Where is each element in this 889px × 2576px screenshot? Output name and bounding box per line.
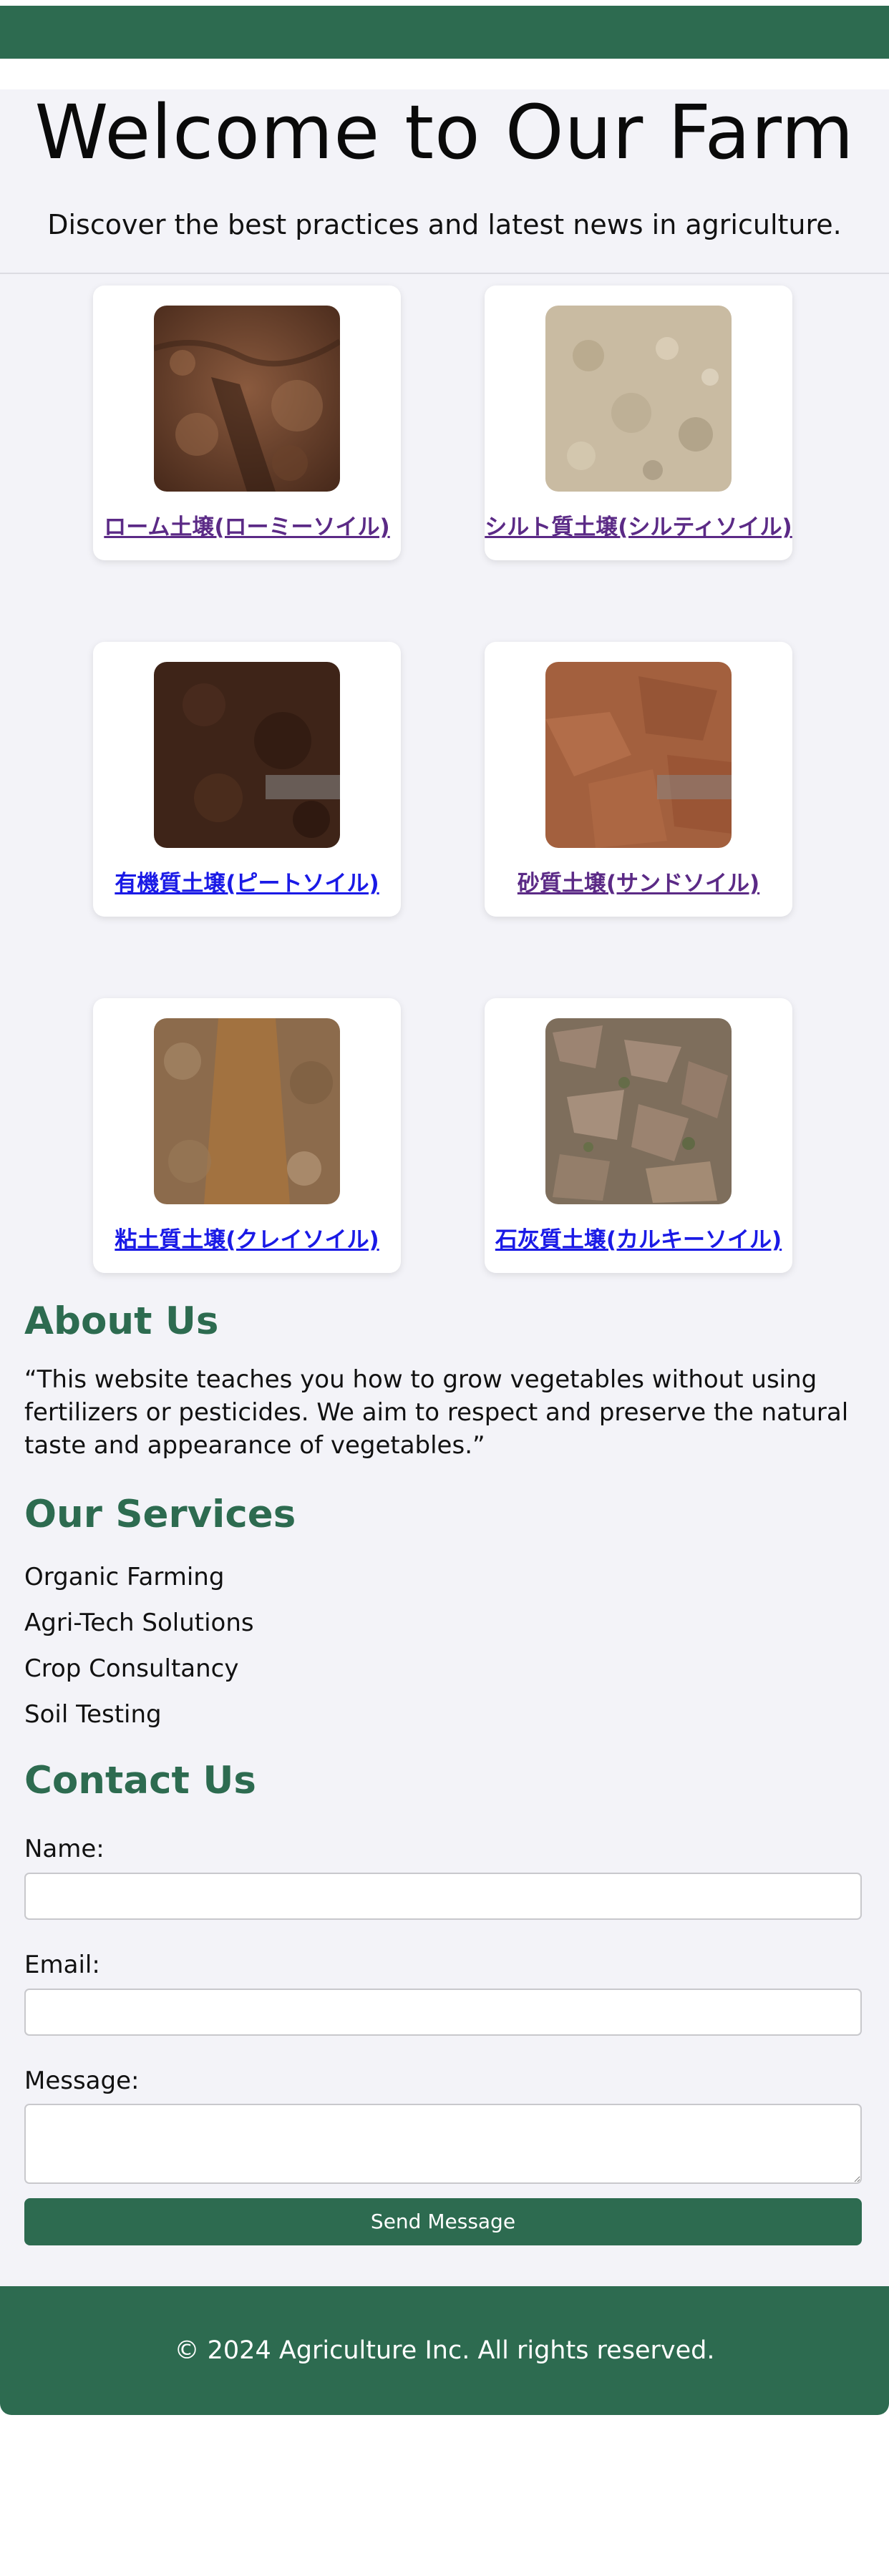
soil-link-loamy[interactable]: ローム土壌(ローミーソイル) [93, 513, 401, 542]
about-heading: About Us [24, 1299, 219, 1343]
services-heading: Our Services [24, 1493, 296, 1536]
contact-heading: Contact Us [24, 1759, 256, 1802]
soil-link-chalky[interactable]: 石灰質土壌(カルキーソイル) [485, 1226, 792, 1254]
chalky-soil-image[interactable] [545, 1018, 732, 1204]
loamy-soil-image[interactable] [154, 306, 340, 492]
sandy-soil-image[interactable] [545, 662, 732, 848]
email-field[interactable] [24, 1989, 862, 2036]
soil-card-chalky: 石灰質土壌(カルキーソイル) [485, 998, 792, 1273]
name-label: Name: [24, 1835, 105, 1863]
service-item: Agri-Tech Solutions [24, 1609, 254, 1637]
soil-card-loamy: ローム土壌(ローミーソイル) [93, 286, 401, 560]
soil-link-silty[interactable]: シルト質土壌(シルティソイル) [485, 513, 792, 542]
email-label: Email: [24, 1951, 100, 1979]
soil-card-clay: 粘土質土壌(クレイソイル) [93, 998, 401, 1273]
soil-link-sandy[interactable]: 砂質土壌(サンドソイル) [485, 869, 792, 898]
name-field[interactable] [24, 1873, 862, 1920]
message-label: Message: [24, 2067, 140, 2095]
send-message-button[interactable]: Send Message [24, 2198, 862, 2245]
page-title: Welcome to Our Farm [34, 89, 855, 176]
clay-soil-image[interactable] [154, 1018, 340, 1204]
message-field[interactable] [24, 2104, 862, 2184]
top-nav-bar [0, 6, 889, 59]
soil-card-sandy: 砂質土壌(サンドソイル) [485, 642, 792, 917]
service-item: Soil Testing [24, 1700, 162, 1729]
service-item: Crop Consultancy [24, 1654, 239, 1683]
peat-soil-image[interactable] [154, 662, 340, 848]
soil-link-clay[interactable]: 粘土質土壌(クレイソイル) [93, 1226, 401, 1254]
about-text: “This website teaches you how to grow ve… [24, 1365, 849, 1460]
silty-soil-image[interactable] [545, 306, 732, 492]
service-item: Organic Farming [24, 1563, 225, 1591]
footer: © 2024 Agriculture Inc. All rights reser… [0, 2286, 889, 2415]
copyright-text: © 2024 Agriculture Inc. All rights reser… [174, 2336, 715, 2365]
hero-section: Welcome to Our Farm Discover the best pr… [0, 89, 889, 274]
soil-card-silty: シルト質土壌(シルティソイル) [485, 286, 792, 560]
soil-link-peat[interactable]: 有機質土壌(ピートソイル) [93, 869, 401, 898]
soil-card-peat: 有機質土壌(ピートソイル) [93, 642, 401, 917]
hero-subtitle: Discover the best practices and latest n… [47, 209, 842, 240]
soil-types-grid: ローム土壌(ローミーソイル) シルト質土壌(シルティソイル) 有機質土壌(ピート… [0, 274, 889, 1288]
